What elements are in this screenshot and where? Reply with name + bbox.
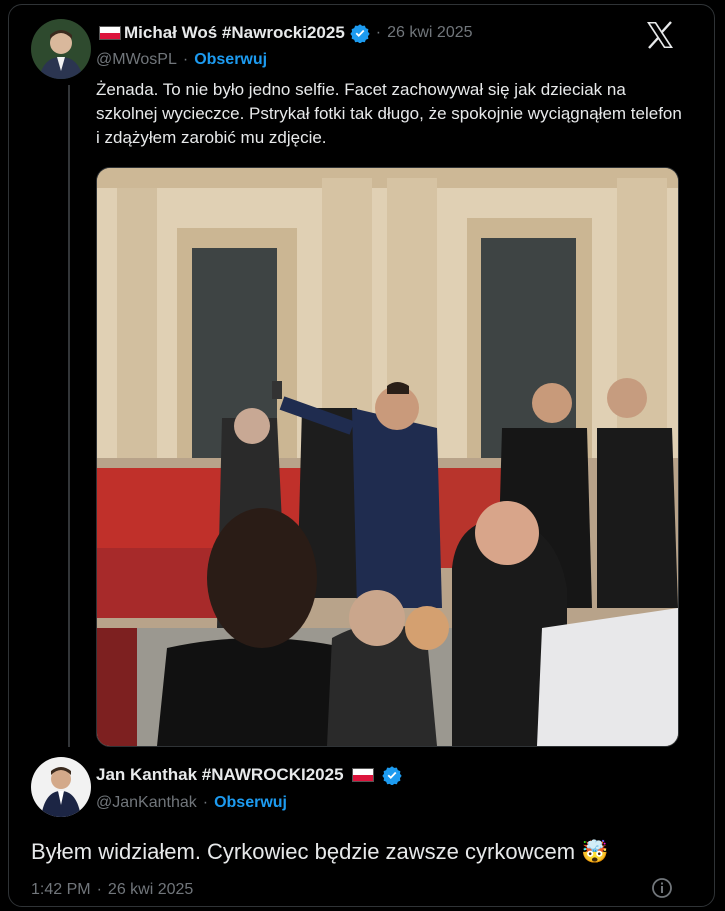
- tweet-text: Żenada. To nie było jedno selfie. Facet …: [96, 80, 682, 147]
- follow-button[interactable]: Obserwuj: [194, 51, 267, 69]
- tweet-photo[interactable]: [96, 167, 679, 747]
- reply-author-avatar[interactable]: [31, 757, 91, 817]
- tweet-header: Michał Woś #Nawrocki2025 · 26 kwi 2025: [96, 23, 473, 43]
- reply-text: Byłem widziałem. Cyrkowiec będzie zawsze…: [31, 839, 609, 864]
- info-icon[interactable]: [651, 877, 673, 899]
- tweet-date[interactable]: 26 kwi 2025: [387, 24, 472, 42]
- reply-author-name[interactable]: Jan Kanthak #NAWROCKI2025: [96, 765, 344, 785]
- poland-flag-icon: [351, 768, 374, 782]
- reply-handle-row: @JanKanthak · Obserwuj: [96, 794, 287, 812]
- reply-time[interactable]: 1:42 PM: [31, 881, 91, 899]
- author-avatar[interactable]: [31, 19, 91, 79]
- poland-flag-icon: [99, 26, 121, 40]
- verified-badge-icon: [381, 766, 402, 785]
- handle-row: @MWosPL · Obserwuj: [96, 51, 267, 69]
- reply-date[interactable]: 26 kwi 2025: [108, 881, 193, 899]
- verified-badge-icon: [350, 24, 370, 43]
- reply-timestamp[interactable]: 1:42 PM · 26 kwi 2025: [31, 881, 193, 899]
- tweet-card: Michał Woś #Nawrocki2025 · 26 kwi 2025 @…: [8, 4, 715, 907]
- reply-header: Jan Kanthak #NAWROCKI2025: [96, 765, 402, 785]
- separator: ·: [182, 51, 189, 68]
- author-name[interactable]: Michał Woś #Nawrocki2025: [124, 23, 345, 43]
- thread-line: [68, 85, 70, 747]
- author-handle[interactable]: @MWosPL: [96, 51, 177, 69]
- separator: ·: [202, 794, 209, 811]
- reply-follow-button[interactable]: Obserwuj: [214, 794, 287, 812]
- x-logo-icon[interactable]: [645, 21, 675, 49]
- separator: ·: [96, 881, 102, 898]
- separator: ·: [375, 24, 382, 41]
- reply-author-handle[interactable]: @JanKanthak: [96, 794, 197, 812]
